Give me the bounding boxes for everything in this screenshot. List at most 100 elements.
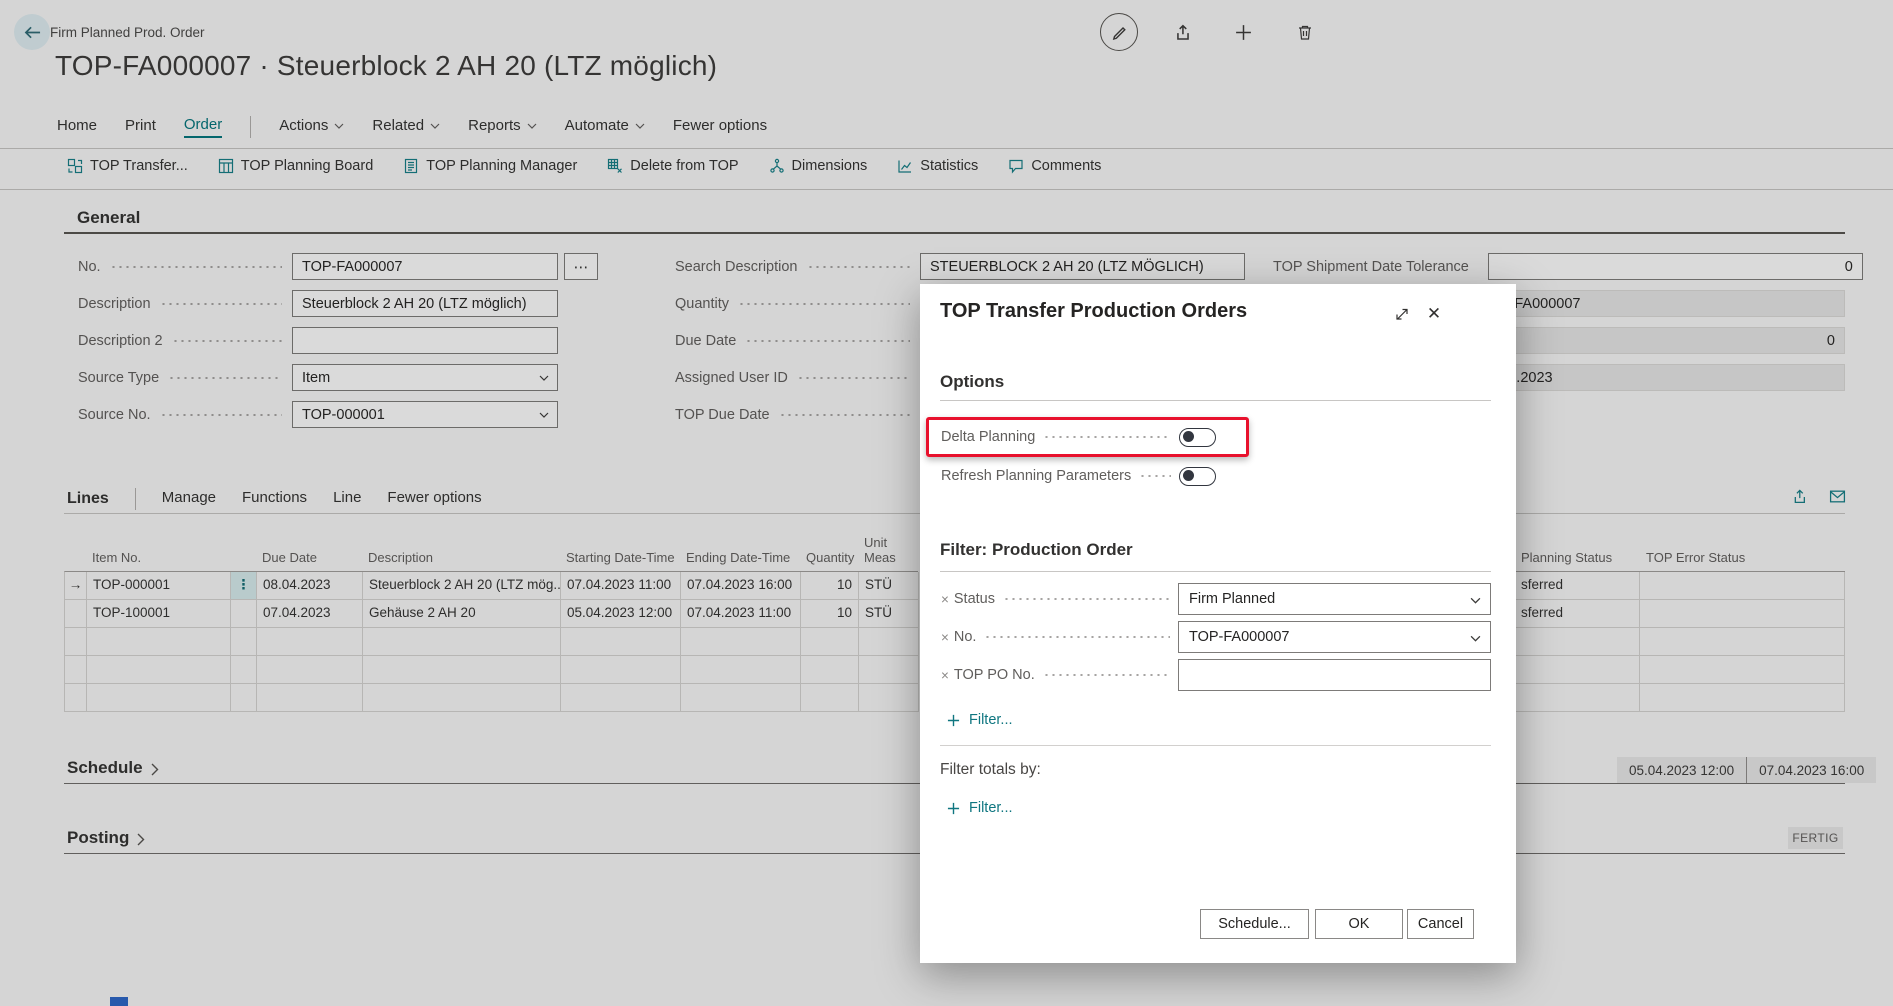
add-filter-button[interactable]: Filter... <box>947 712 1013 728</box>
options-underline <box>940 400 1491 401</box>
mail-icon[interactable] <box>1829 488 1846 505</box>
lines-fewer-options-button[interactable]: Fewer options <box>387 489 481 509</box>
schedule-button[interactable]: Schedule... <box>1200 909 1309 939</box>
board-grid-icon <box>218 158 234 174</box>
filter-row-status: × Status Firm Planned <box>941 584 1491 614</box>
comments-button[interactable]: Comments <box>1008 158 1101 174</box>
col-due-date[interactable]: Due Date <box>256 550 362 571</box>
status-filter-select[interactable]: Firm Planned <box>1178 583 1491 615</box>
action-toolbar: TOP Transfer... TOP Planning Board TOP P… <box>67 158 1101 174</box>
top-prod-order-no-field: TOP-FA000007 <box>1470 290 1845 317</box>
top-planning-manager-button[interactable]: TOP Planning Manager <box>403 158 577 174</box>
tab-reports[interactable]: Reports <box>468 117 537 137</box>
cell-description[interactable]: Gehäuse 2 AH 20 <box>363 600 561 628</box>
tab-related[interactable]: Related <box>372 117 440 137</box>
field-row-source-no: Source No. TOP-000001 <box>78 401 558 428</box>
breadcrumb[interactable]: Firm Planned Prod. Order <box>50 25 205 40</box>
top-transfer-button[interactable]: TOP Transfer... <box>67 158 188 174</box>
row-marker: → <box>65 572 87 600</box>
refresh-planning-parameters-toggle[interactable] <box>1179 467 1216 486</box>
cell-item-no[interactable]: TOP-000001 <box>87 572 231 600</box>
col-unit-measure[interactable]: UnitMeas <box>858 535 918 571</box>
edit-button[interactable] <box>1100 13 1138 51</box>
statistics-button[interactable]: Statistics <box>897 158 978 174</box>
remove-filter-icon[interactable]: × <box>941 630 949 645</box>
source-type-select[interactable]: Item <box>292 364 558 391</box>
no-field[interactable]: TOP-FA000007 <box>292 253 558 280</box>
cell-starting[interactable]: 07.04.2023 11:00 <box>561 572 681 600</box>
delta-planning-toggle[interactable] <box>1179 428 1216 447</box>
readonly-date-field: 03.02.2023 <box>1470 364 1845 391</box>
tab-order[interactable]: Order <box>184 116 222 138</box>
lines-tab-manage[interactable]: Manage <box>162 489 216 509</box>
cell-planning-status[interactable]: sferred <box>1500 572 1640 600</box>
add-totals-filter-button[interactable]: Filter... <box>947 800 1013 816</box>
section-schedule[interactable]: Schedule <box>67 758 159 778</box>
no-filter-select[interactable]: TOP-FA000007 <box>1178 621 1491 653</box>
ok-button[interactable]: OK <box>1315 909 1403 939</box>
cell-ending[interactable]: 07.04.2023 16:00 <box>681 572 801 600</box>
dimensions-button[interactable]: Dimensions <box>769 158 868 174</box>
col-starting[interactable]: Starting Date-Time <box>560 550 680 571</box>
lines-part-header: Lines Manage Functions Line Fewer option… <box>67 488 482 510</box>
col-top-error-status[interactable]: TOP Error Status <box>1640 550 1845 571</box>
cell-top-error-status[interactable] <box>1640 572 1845 600</box>
delete-button[interactable] <box>1286 13 1324 51</box>
field-row-description: Description Steuerblock 2 AH 20 (LTZ mög… <box>78 290 558 317</box>
tab-print[interactable]: Print <box>125 117 156 137</box>
cell-starting[interactable]: 05.04.2023 12:00 <box>561 600 681 628</box>
cell-ending[interactable]: 07.04.2023 11:00 <box>681 600 801 628</box>
tab-actions[interactable]: Actions <box>279 117 344 137</box>
col-item-no[interactable]: Item No. <box>86 550 230 571</box>
search-description-field[interactable]: STEUERBLOCK 2 AH 20 (LTZ MÖGLICH) <box>920 253 1245 280</box>
cell-description[interactable]: Steuerblock 2 AH 20 (LTZ mög... <box>363 572 561 600</box>
top-planning-board-button[interactable]: TOP Planning Board <box>218 158 373 174</box>
remove-filter-icon[interactable]: × <box>941 668 949 683</box>
expand-dialog-button[interactable] <box>1392 304 1412 324</box>
lines-title: Lines <box>67 490 109 508</box>
col-quantity[interactable]: Quantity <box>800 550 858 571</box>
remove-filter-icon[interactable]: × <box>941 592 949 607</box>
tab-automate[interactable]: Automate <box>565 117 645 137</box>
cell-quantity[interactable]: 10 <box>801 572 859 600</box>
lines-tab-line[interactable]: Line <box>333 489 361 509</box>
no-assist-button[interactable]: ⋯ <box>564 253 598 280</box>
fewer-options-button[interactable]: Fewer options <box>673 117 767 137</box>
section-general[interactable]: General <box>77 208 140 228</box>
filter-totals-title: Filter totals by: <box>940 761 1041 779</box>
back-button[interactable] <box>14 14 50 50</box>
lines-tab-functions[interactable]: Functions <box>242 489 307 509</box>
cell-due-date[interactable]: 07.04.2023 <box>257 600 363 628</box>
chevron-down-icon <box>334 123 344 129</box>
description2-field[interactable] <box>292 327 558 354</box>
top-po-no-filter-input[interactable] <box>1178 659 1491 691</box>
cell-quantity[interactable]: 10 <box>801 600 859 628</box>
options-section-title: Options <box>940 372 1004 392</box>
general-underline <box>64 232 1845 234</box>
chevron-right-icon <box>151 763 159 776</box>
section-posting[interactable]: Posting <box>67 828 145 848</box>
trash-icon <box>1296 23 1314 41</box>
cell-planning-status[interactable]: sferred <box>1500 600 1640 628</box>
cell-uom[interactable]: STÜ <box>859 572 919 600</box>
col-ending[interactable]: Ending Date-Time <box>680 550 800 571</box>
source-no-select[interactable]: TOP-000001 <box>292 401 558 428</box>
delete-from-top-button[interactable]: Delete from TOP <box>607 158 738 174</box>
col-planning-status[interactable]: Planning Status <box>1500 550 1640 571</box>
cell-uom[interactable]: STÜ <box>859 600 919 628</box>
row-menu-button[interactable]: ⋮ <box>231 572 257 600</box>
dialog-title: TOP Transfer Production Orders <box>940 300 1247 323</box>
share-button[interactable] <box>1162 13 1200 51</box>
cell-item-no[interactable]: TOP-100001 <box>87 600 231 628</box>
col-description[interactable]: Description <box>362 550 560 571</box>
cancel-button[interactable]: Cancel <box>1407 909 1474 939</box>
description-field[interactable]: Steuerblock 2 AH 20 (LTZ möglich) <box>292 290 558 317</box>
lines-table-header-right: Planning Status TOP Error Status <box>1500 514 1845 571</box>
new-button[interactable] <box>1224 13 1262 51</box>
tab-home[interactable]: Home <box>57 117 97 137</box>
cell-due-date[interactable]: 08.04.2023 <box>257 572 363 600</box>
share-icon[interactable] <box>1790 488 1807 505</box>
top-shipment-tolerance-field[interactable]: 0 <box>1488 253 1863 280</box>
close-dialog-button[interactable]: ✕ <box>1424 304 1444 324</box>
cell-top-error-status[interactable] <box>1640 600 1845 628</box>
